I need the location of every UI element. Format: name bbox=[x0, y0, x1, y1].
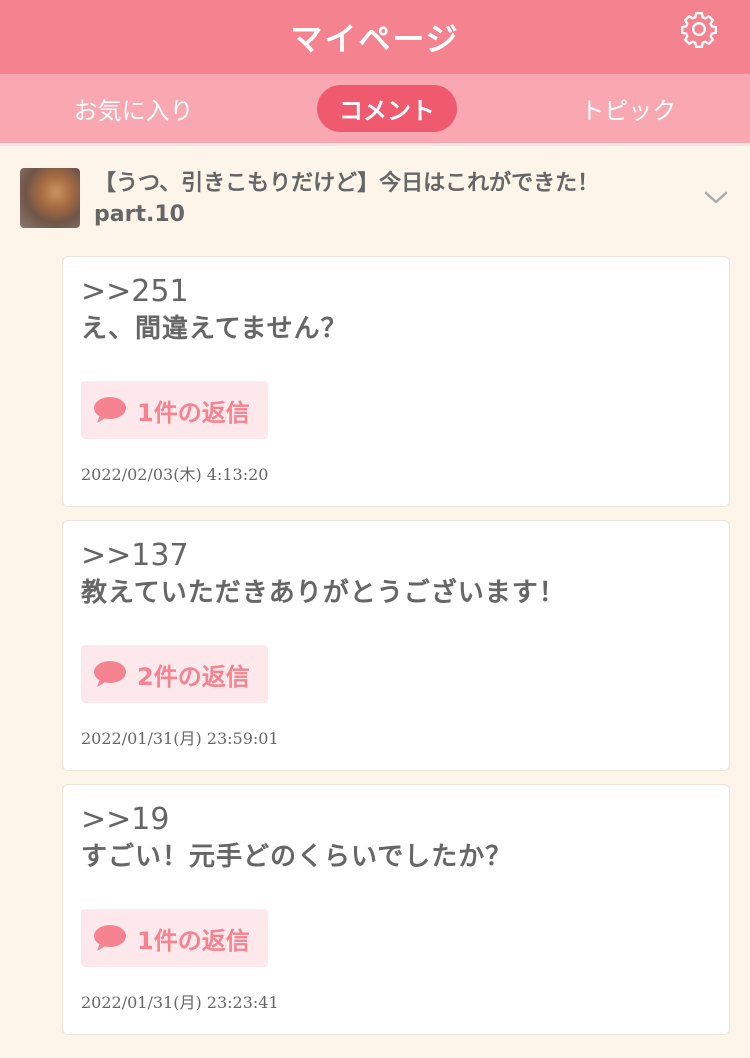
comment-card: >>19 すごい！元手どのくらいでしたか？ 1件の返信 2022/01/31(月… bbox=[62, 784, 730, 1035]
tab-topics[interactable]: トピック bbox=[556, 85, 700, 132]
topic-thumbnail bbox=[20, 168, 80, 228]
app-header: マイページ bbox=[0, 0, 750, 74]
speech-bubble-icon bbox=[94, 397, 126, 423]
chevron-down-icon bbox=[704, 191, 728, 204]
comment-list: >>251 え、間違えてません？ 1件の返信 2022/02/03(木) 4:1… bbox=[0, 244, 750, 1035]
comment-card: >>137 教えていただきありがとうございます！ 2件の返信 2022/01/3… bbox=[62, 520, 730, 771]
speech-bubble-icon bbox=[94, 661, 126, 687]
replies-button[interactable]: 2件の返信 bbox=[81, 645, 268, 703]
replies-button[interactable]: 1件の返信 bbox=[81, 381, 268, 439]
tab-favorites[interactable]: お気に入り bbox=[50, 85, 218, 132]
comment-timestamp: 2022/01/31(月) 23:59:01 bbox=[81, 729, 279, 748]
replies-button[interactable]: 1件の返信 bbox=[81, 909, 268, 967]
comment-timestamp: 2022/02/03(木) 4:13:20 bbox=[81, 465, 269, 484]
comment-timestamp: 2022/01/31(月) 23:23:41 bbox=[81, 993, 279, 1012]
topic-title: 【うつ、引きこもりだけど】今日はこれができた！part.10 bbox=[94, 171, 600, 227]
expand-button[interactable] bbox=[700, 182, 732, 214]
page-title: マイページ bbox=[290, 20, 460, 58]
replies-label: 2件の返信 bbox=[137, 662, 250, 691]
replies-label: 1件の返信 bbox=[137, 926, 250, 955]
comment-card: >>251 え、間違えてません？ 1件の返信 2022/02/03(木) 4:1… bbox=[62, 256, 730, 507]
comment-anchor[interactable]: >>137 bbox=[81, 539, 711, 573]
replies-label: 1件の返信 bbox=[137, 398, 250, 427]
speech-bubble-icon bbox=[94, 925, 126, 951]
topic-header[interactable]: 【うつ、引きこもりだけど】今日はこれができた！part.10 bbox=[0, 146, 750, 244]
comment-text: え、間違えてません？ bbox=[81, 314, 348, 344]
comment-text: すごい！元手どのくらいでしたか？ bbox=[81, 842, 513, 872]
tab-comments[interactable]: コメント bbox=[316, 85, 457, 132]
gear-icon bbox=[681, 12, 717, 48]
settings-button[interactable] bbox=[678, 8, 720, 50]
comment-anchor[interactable]: >>19 bbox=[81, 803, 711, 837]
comment-anchor[interactable]: >>251 bbox=[81, 275, 711, 309]
comment-text: 教えていただきありがとうございます！ bbox=[81, 578, 566, 608]
tab-bar: お気に入り コメント トピック bbox=[0, 74, 750, 146]
